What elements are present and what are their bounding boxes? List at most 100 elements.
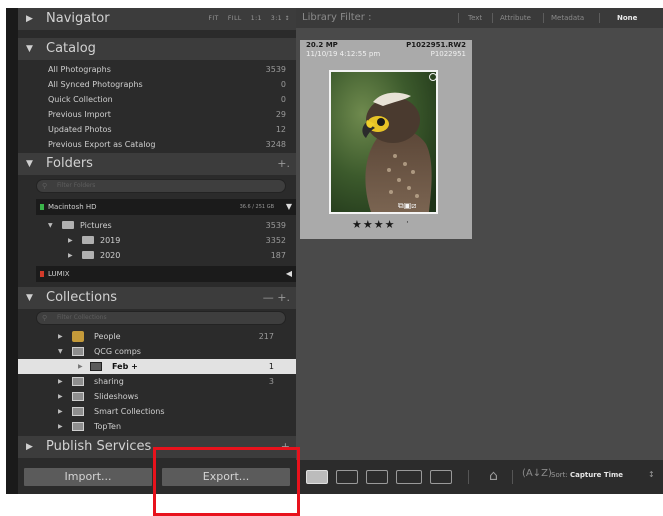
bottom-toolbar: ⌂ (A↓Z) Sort: Capture Time ↕	[296, 460, 663, 494]
sort-dropdown-icon[interactable]: ↕	[648, 470, 655, 479]
folders-header[interactable]: ▼ Folders +.	[18, 153, 296, 175]
disclosure-down-icon[interactable]: ▼	[58, 344, 63, 359]
folder-item[interactable]: ▼ Pictures 3539	[18, 218, 296, 233]
catalog-item[interactable]: All Synced Photographs 0	[18, 77, 296, 92]
collections-header[interactable]: ▼ Collections — +.	[18, 287, 296, 309]
disclosure-right-icon[interactable]: ▶	[68, 248, 73, 263]
volume-status-icon	[40, 271, 44, 277]
folders-title: Folders	[46, 156, 93, 171]
catalog-item[interactable]: Previous Import 29	[18, 107, 296, 122]
volume-name: Macintosh HD	[48, 203, 97, 211]
disclosure-right-icon[interactable]: ▶	[58, 419, 63, 434]
folder-icon	[82, 236, 94, 244]
volume-dropdown-icon[interactable]: ▼	[286, 199, 292, 215]
collection-set-icon	[72, 422, 84, 431]
filter-attribute-tab[interactable]: Attribute	[500, 11, 531, 25]
collection-label: QCG comps	[94, 347, 141, 356]
zoom-3-1[interactable]: 3:1 ↕	[271, 15, 290, 22]
volume-collapse-icon[interactable]: ◀	[286, 266, 292, 282]
collection-item[interactable]: ▶ Slideshows	[18, 389, 296, 404]
filter-none-tab[interactable]: None	[617, 11, 637, 25]
folder-count: 187	[270, 251, 286, 260]
toolbar-separator	[468, 470, 469, 484]
folder-label: 2019	[100, 236, 121, 245]
navigator-title: Navigator	[46, 11, 110, 26]
navigator-zoom-options[interactable]: FIT FILL 1:1 3:1 ↕	[199, 8, 290, 30]
eagle-image	[331, 72, 436, 212]
disclosure-right-icon[interactable]: ▶	[58, 329, 63, 344]
grid-view: 20.2 MP P1022951.RW2 11/10/19 4:12:55 pm…	[296, 28, 663, 460]
collection-item[interactable]: ▶ TopTen	[18, 419, 296, 434]
disclosure-right-icon[interactable]: ▶	[58, 389, 63, 404]
grid-view-icon[interactable]	[306, 470, 328, 484]
photo-megapixels: 20.2 MP	[306, 41, 338, 49]
highlight-box	[153, 447, 300, 516]
sort-direction-icon[interactable]: (A↓Z)	[522, 468, 552, 479]
volume-lumix[interactable]: LUMIX ◀	[36, 266, 296, 282]
disclosure-right-icon[interactable]: ▶	[78, 359, 83, 374]
separator	[492, 13, 493, 23]
sort-label: Sort:	[551, 471, 568, 479]
zoom-fit[interactable]: FIT	[208, 15, 218, 22]
collection-set-icon	[72, 407, 84, 416]
catalog-item[interactable]: Updated Photos 12	[18, 122, 296, 137]
catalog-item-count: 0	[280, 95, 286, 104]
collection-item[interactable]: ▶ People 217	[18, 329, 296, 344]
collection-set-icon	[72, 347, 84, 356]
catalog-item-count: 12	[275, 125, 286, 134]
catalog-header[interactable]: ▼ Catalog	[18, 38, 296, 60]
disclosure-right-icon[interactable]: ▶	[68, 233, 73, 248]
filter-text-tab[interactable]: Text	[468, 11, 482, 25]
separator	[458, 13, 459, 23]
folder-item[interactable]: ▶ 2020 187	[18, 248, 296, 263]
filter-folders-placeholder: Filter Folders	[57, 182, 96, 189]
zoom-1-1[interactable]: 1:1	[251, 15, 262, 22]
collection-count: 1	[268, 362, 274, 371]
collection-item-selected[interactable]: ▶ Feb + 1	[18, 359, 296, 374]
folder-count: 3352	[265, 236, 286, 245]
photo-thumbnail[interactable]	[329, 70, 438, 214]
folder-item[interactable]: ▶ 2019 3352	[18, 233, 296, 248]
compare-view-icon[interactable]	[366, 470, 388, 484]
collection-item[interactable]: ▼ QCG comps	[18, 344, 296, 359]
star-rating[interactable]: ★★★★	[352, 218, 395, 231]
photo-capture-date: 11/10/19 4:12:55 pm	[306, 50, 381, 58]
import-button[interactable]: Import...	[24, 468, 152, 486]
add-folder-button[interactable]: +.	[277, 153, 290, 175]
collections-controls[interactable]: — +.	[263, 287, 290, 309]
catalog-item[interactable]: Previous Export as Catalog 3248	[18, 137, 296, 152]
collection-label: Smart Collections	[94, 407, 165, 416]
disclosure-right-icon[interactable]: ▶	[58, 404, 63, 419]
disclosure-right-icon[interactable]: ▶	[58, 374, 63, 389]
pick-flag-icon[interactable]	[429, 73, 437, 81]
volume-size: 36.6 / 251 GB	[239, 204, 274, 210]
filter-folders-input[interactable]: ⚲ Filter Folders	[36, 179, 286, 193]
navigator-header[interactable]: ▶ Navigator FIT FILL 1:1 3:1 ↕	[18, 8, 296, 30]
catalog-item-label: Previous Import	[48, 110, 111, 119]
filter-metadata-tab[interactable]: Metadata	[551, 11, 584, 25]
filter-collections-input[interactable]: ⚲ Filter Collections	[36, 311, 286, 325]
collection-label: People	[94, 332, 121, 341]
collection-label: TopTen	[94, 422, 122, 431]
survey-view-icon[interactable]	[396, 470, 422, 484]
painter-icon[interactable]: ⌂	[489, 468, 498, 484]
catalog-item-count: 3248	[265, 140, 286, 149]
folder-icon	[82, 251, 94, 259]
loupe-view-icon[interactable]	[336, 470, 358, 484]
volume-macintosh-hd[interactable]: Macintosh HD 36.6 / 251 GB ▼	[36, 199, 296, 215]
separator	[599, 13, 600, 23]
toolbar-separator	[512, 470, 513, 484]
people-view-icon[interactable]	[430, 470, 452, 484]
sort-value[interactable]: Capture Time	[570, 471, 623, 479]
collection-item[interactable]: ▶ Smart Collections	[18, 404, 296, 419]
catalog-item[interactable]: All Photographs 3539	[18, 62, 296, 77]
lightroom-window: ▶ Navigator FIT FILL 1:1 3:1 ↕ ▼ Catalog Al…	[6, 8, 663, 494]
collection-item[interactable]: ▶ sharing 3	[18, 374, 296, 389]
collection-count: 217	[258, 332, 274, 341]
separator	[543, 13, 544, 23]
photo-cell[interactable]: 20.2 MP P1022951.RW2 11/10/19 4:12:55 pm…	[300, 40, 472, 239]
collection-label: sharing	[94, 377, 124, 386]
zoom-fill[interactable]: FILL	[228, 15, 242, 22]
catalog-item[interactable]: Quick Collection 0	[18, 92, 296, 107]
disclosure-down-icon[interactable]: ▼	[48, 218, 53, 233]
